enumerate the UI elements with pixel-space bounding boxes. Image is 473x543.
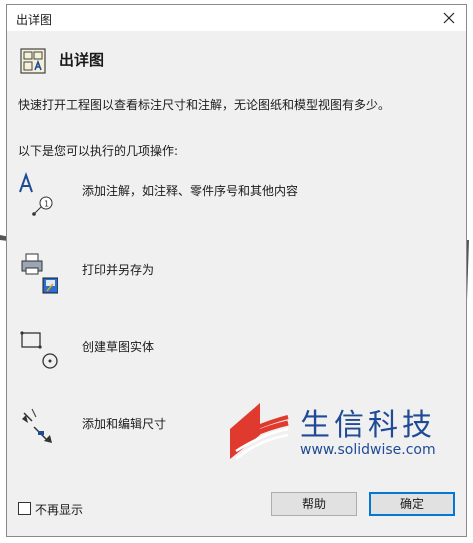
dont-show-label[interactable]: 不再显示	[35, 501, 83, 518]
dimension-icon	[22, 408, 52, 443]
detailing-dialog: 出详图 出详图 快速打开工程图以查看标注尺寸和注解，无论图纸和模型视图有多少。 …	[6, 4, 467, 537]
option-label: 添加和编辑尺寸	[82, 417, 167, 431]
sketch-entity-icon	[20, 331, 58, 369]
option-label: 添加注解，如注释、零件序号和其他内容	[82, 184, 299, 198]
title-bar: 出详图	[7, 5, 466, 31]
description-text: 快速打开工程图以查看标注尺寸和注解，无论图纸和模型视图有多少。	[18, 98, 391, 112]
brand-url: www.solidwise.com	[300, 442, 436, 458]
option-print-save: 打印并另存为	[18, 251, 378, 301]
options-heading: 以下是您可以执行的几项操作:	[18, 144, 179, 158]
option-label: 创建草图实体	[82, 340, 155, 354]
drawing-sheet-icon	[20, 48, 46, 74]
annotation-icon: 1	[19, 172, 53, 216]
option-create-sketch: 创建草图实体	[18, 328, 378, 378]
help-button[interactable]: 帮助	[271, 492, 357, 516]
ok-button[interactable]: 确定	[369, 492, 455, 516]
svg-text:1: 1	[44, 200, 49, 209]
option-label: 打印并另存为	[82, 263, 155, 277]
brand-logo	[230, 403, 289, 460]
brand-name: 生信科技	[300, 408, 436, 443]
window-title: 出详图	[16, 13, 53, 27]
option-add-annotations: 1 添加注解，如注释、零件序号和其他内容	[18, 172, 378, 222]
close-icon[interactable]	[438, 7, 460, 29]
page-title: 出详图	[59, 51, 105, 69]
dont-show-checkbox[interactable]	[18, 502, 31, 515]
brand-watermark: 生信科技 www.solidwise.com	[226, 397, 472, 467]
print-save-icon	[21, 253, 58, 294]
